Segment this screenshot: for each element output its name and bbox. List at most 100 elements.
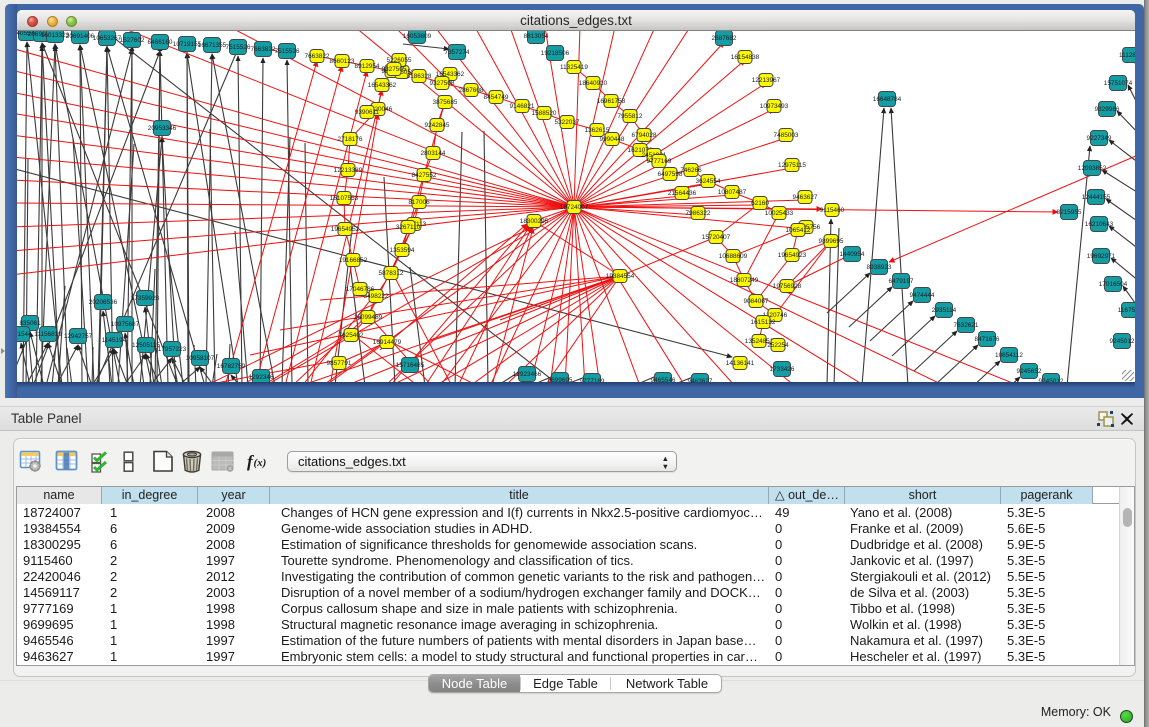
- svg-text:7515526: 7515526: [275, 48, 300, 55]
- svg-text:7986322: 7986322: [686, 210, 711, 217]
- svg-text:9329966: 9329966: [1095, 106, 1120, 113]
- svg-text:16154838: 16154838: [731, 54, 760, 61]
- svg-text:11325419: 11325419: [560, 64, 588, 71]
- svg-text:(x): (x): [254, 457, 267, 469]
- svg-text:17359928: 17359928: [131, 295, 160, 302]
- svg-text:12923466: 12923466: [513, 371, 542, 378]
- svg-text:6466160: 6466160: [148, 39, 173, 46]
- svg-text:8186328: 8186328: [407, 73, 432, 80]
- svg-text:7663822: 7663822: [251, 46, 276, 53]
- svg-text:9146821: 9146821: [510, 103, 535, 110]
- svg-text:9084067: 9084067: [744, 298, 769, 305]
- svg-text:17016504: 17016504: [1099, 281, 1128, 288]
- svg-text:746266: 746266: [680, 167, 702, 174]
- svg-text:7515526: 7515526: [226, 44, 251, 51]
- svg-text:12975115: 12975115: [778, 162, 806, 169]
- svg-text:6479197: 6479197: [889, 278, 914, 285]
- svg-text:2718176: 2718176: [338, 136, 363, 143]
- svg-text:5498222: 5498222: [364, 293, 389, 300]
- svg-text:16099489: 16099489: [354, 314, 383, 321]
- svg-text:20206536: 20206536: [89, 299, 118, 306]
- svg-text:18300295: 18300295: [520, 218, 549, 225]
- svg-text:9327505: 9327505: [382, 66, 407, 73]
- svg-text:9777169: 9777169: [647, 158, 672, 165]
- svg-text:1292346: 1292346: [249, 374, 274, 381]
- svg-text:18640910: 18640910: [579, 80, 608, 87]
- svg-text:3267110: 3267110: [396, 224, 421, 231]
- svg-text:15751074: 15751074: [1104, 80, 1133, 87]
- svg-text:12444155: 12444155: [1082, 194, 1111, 201]
- svg-text:16107553: 16107553: [330, 195, 359, 202]
- svg-text:7955812: 7955812: [618, 113, 643, 120]
- svg-text:16543362: 16543362: [368, 82, 397, 89]
- svg-text:9390611: 9390611: [355, 109, 380, 116]
- svg-text:12505115: 12505115: [132, 342, 160, 349]
- svg-text:12093852: 12093852: [1078, 165, 1107, 172]
- svg-text:2935114: 2935114: [932, 307, 957, 314]
- svg-text:9990448: 9990448: [600, 136, 625, 143]
- svg-text:8427552: 8427552: [412, 172, 437, 179]
- svg-text:7485003: 7485003: [774, 132, 799, 139]
- svg-text:7632621: 7632621: [954, 322, 979, 329]
- svg-text:1112843: 1112843: [1119, 52, 1135, 59]
- svg-text:9242845: 9242845: [425, 122, 450, 129]
- svg-text:16210643: 16210643: [1085, 221, 1114, 228]
- svg-text:252254: 252254: [767, 342, 789, 349]
- svg-text:9327508: 9327508: [430, 80, 455, 87]
- svg-text:9465546: 9465546: [651, 377, 676, 382]
- svg-text:9857791: 9857791: [327, 360, 352, 367]
- svg-text:10653267: 10653267: [93, 35, 122, 42]
- svg-text:12213967: 12213967: [752, 77, 781, 84]
- svg-text:8454749: 8454749: [484, 94, 509, 101]
- svg-text:5322037: 5322037: [555, 119, 580, 126]
- svg-text:9474444: 9474444: [910, 292, 935, 299]
- svg-text:1440954: 1440954: [840, 251, 865, 258]
- svg-text:19384554: 19384554: [606, 273, 635, 280]
- svg-text:19692971: 19692971: [1087, 253, 1116, 260]
- svg-text:12942757: 12942757: [64, 333, 93, 340]
- svg-text:9777169: 9777169: [580, 378, 605, 382]
- svg-text:19756928: 19756928: [773, 283, 802, 290]
- svg-text:9245652: 9245652: [1017, 368, 1042, 375]
- svg-text:2867608: 2867608: [459, 87, 484, 94]
- svg-text:17046786: 17046786: [346, 286, 375, 293]
- svg-text:12213389: 12213389: [334, 167, 363, 174]
- svg-text:10807487: 10807487: [718, 189, 747, 196]
- svg-text:10025433: 10025433: [765, 210, 794, 217]
- svg-text:9463627: 9463627: [688, 378, 713, 382]
- svg-text:3875685: 3875685: [433, 99, 458, 106]
- svg-text:1353594: 1353594: [390, 247, 415, 254]
- svg-text:19166852: 19166852: [339, 257, 368, 264]
- svg-text:14136141: 14136141: [726, 360, 755, 367]
- svg-text:1615132: 1615132: [751, 319, 776, 326]
- svg-text:10688609: 10688609: [719, 253, 748, 260]
- svg-text:1733426: 1733426: [770, 366, 795, 373]
- svg-text:9245012: 9245012: [1110, 338, 1135, 345]
- svg-text:9899695: 9899695: [819, 238, 844, 245]
- svg-text:7357274: 7357274: [445, 49, 470, 56]
- svg-text:1588520: 1588520: [532, 110, 557, 117]
- svg-text:16961758: 16961758: [597, 98, 626, 105]
- svg-text:10958107: 10958107: [186, 355, 215, 362]
- svg-text:6497598: 6497598: [658, 171, 683, 178]
- svg-text:62160: 62160: [751, 200, 769, 207]
- svg-text:9463627: 9463627: [793, 194, 818, 201]
- svg-text:9227349: 9227349: [1087, 135, 1112, 142]
- svg-text:7663822: 7663822: [305, 53, 330, 60]
- svg-text:5878312: 5878312: [379, 270, 404, 277]
- svg-text:1527602: 1527602: [120, 37, 145, 44]
- svg-text:21564436: 21564436: [668, 190, 697, 197]
- svg-text:16053809: 16053809: [403, 33, 432, 40]
- svg-text:8471676: 8471676: [975, 336, 1000, 343]
- svg-text:16914479: 16914479: [373, 339, 402, 346]
- svg-text:15716485: 15716485: [396, 362, 425, 369]
- svg-text:19654952: 19654952: [331, 226, 360, 233]
- svg-text:8813054: 8813054: [524, 33, 549, 40]
- svg-text:20691406: 20691406: [66, 33, 95, 40]
- svg-text:10973493: 10973493: [760, 103, 789, 110]
- svg-text:8215955: 8215955: [1057, 209, 1082, 216]
- svg-text:8938923: 8938923: [867, 264, 892, 271]
- svg-text:16782759: 16782759: [217, 363, 246, 370]
- svg-text:9245012: 9245012: [1039, 378, 1064, 382]
- svg-text:16671355: 16671355: [198, 42, 227, 49]
